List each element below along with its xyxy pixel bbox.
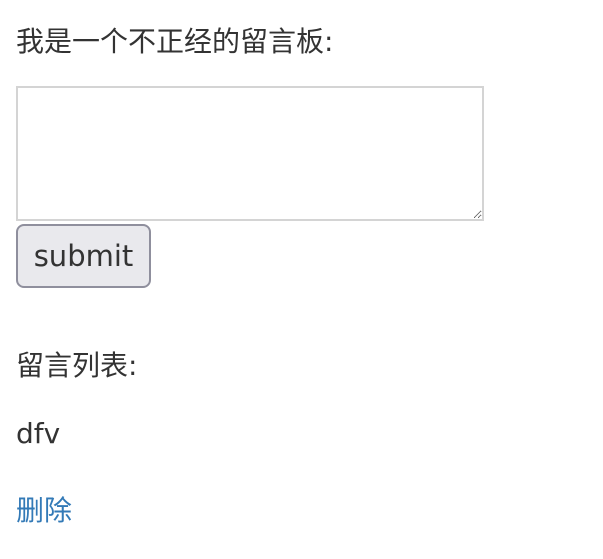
form-title: 我是一个不正经的留言板: (16, 25, 334, 58)
message-list-title: 留言列表: (16, 349, 138, 382)
submit-button[interactable]: submit (16, 224, 151, 288)
message-input[interactable] (16, 86, 484, 221)
delete-link[interactable]: 删除 (16, 489, 72, 529)
message-text: dfv (16, 417, 61, 450)
